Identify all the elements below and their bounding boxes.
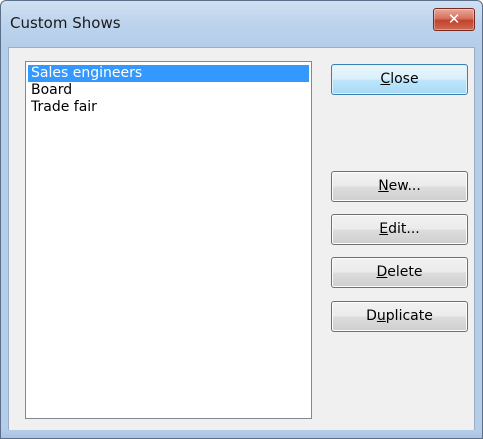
delete-button[interactable]: Delete <box>331 257 468 288</box>
new-button-label-post: ew... <box>388 178 421 194</box>
window-title: Custom Shows <box>10 14 121 32</box>
duplicate-button-label-pre: D <box>366 308 377 324</box>
new-button-accelerator: N <box>378 178 389 194</box>
close-button[interactable]: Close <box>331 64 468 95</box>
title-bar[interactable]: Custom Shows ✕ <box>1 1 482 47</box>
edit-button-label-post: dit... <box>388 221 420 237</box>
close-window-button[interactable]: ✕ <box>433 8 475 31</box>
custom-shows-dialog: Custom Shows ✕ Sales engineers Board Tra… <box>0 0 483 439</box>
edit-button-accelerator: E <box>379 221 389 237</box>
list-item[interactable]: Trade fair <box>28 99 309 116</box>
delete-button-accelerator: D <box>376 264 388 280</box>
list-item-label: Board <box>31 82 73 98</box>
list-item[interactable]: Board <box>28 82 309 99</box>
edit-button[interactable]: Edit... <box>331 214 468 245</box>
custom-shows-list[interactable]: Sales engineers Board Trade fair <box>25 61 312 419</box>
list-item[interactable]: Sales engineers <box>28 65 309 82</box>
list-item-label: Trade fair <box>31 99 97 115</box>
duplicate-button-label-post: plicate <box>385 308 433 324</box>
duplicate-button[interactable]: Duplicate <box>331 301 468 332</box>
window-bottom-border <box>1 430 482 438</box>
duplicate-button-accelerator: u <box>376 308 386 324</box>
close-icon: ✕ <box>447 10 461 28</box>
dialog-body: Sales engineers Board Trade fair Close N… <box>8 47 475 431</box>
delete-button-label-post: elete <box>387 264 423 280</box>
new-button[interactable]: New... <box>331 171 468 202</box>
close-button-accelerator: C <box>380 71 391 87</box>
close-button-label-post: lose <box>390 71 419 87</box>
list-item-label: Sales engineers <box>31 65 143 81</box>
